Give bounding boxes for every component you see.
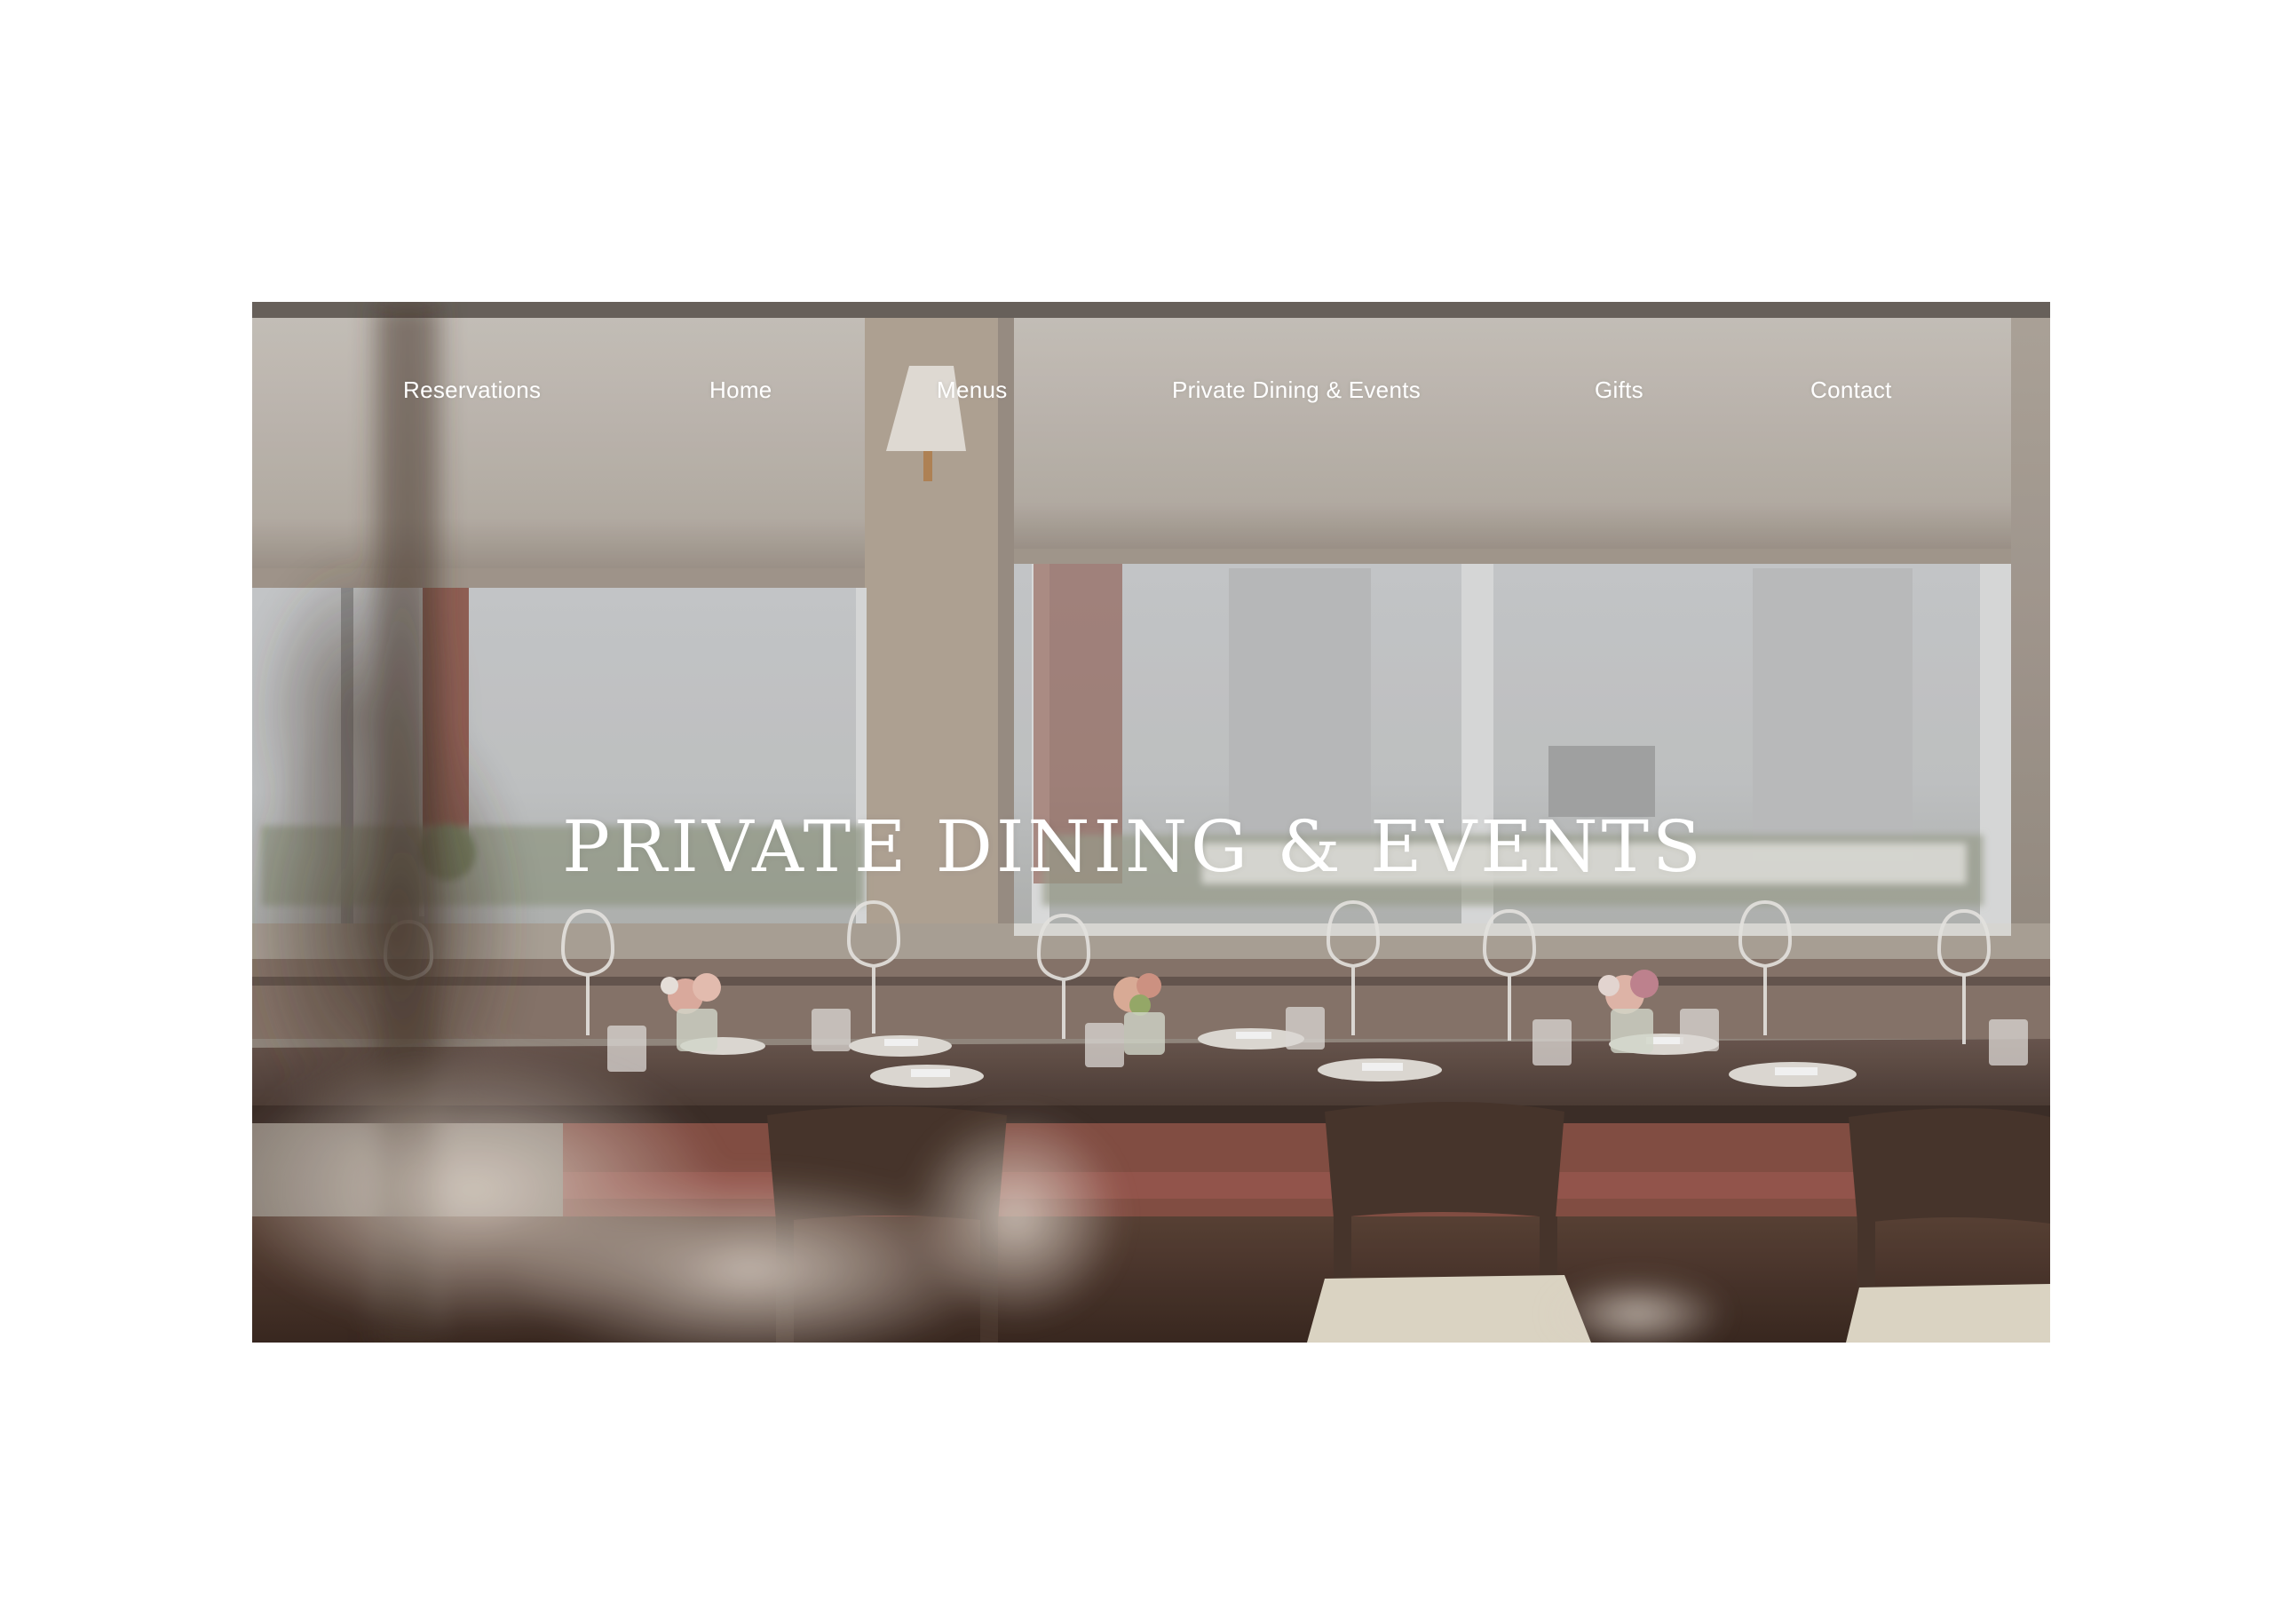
- nav-reservations-link[interactable]: Reservations: [403, 376, 541, 404]
- hero-title: PRIVATE DINING & EVENTS: [562, 804, 1705, 888]
- nav-home-link[interactable]: Home: [709, 376, 772, 404]
- nav-menus-link[interactable]: Menus: [937, 376, 1008, 404]
- nav-gifts-link[interactable]: Gifts: [1595, 376, 1643, 404]
- nav-private-dining-events-link[interactable]: Private Dining & Events: [1172, 376, 1421, 404]
- nav-contact-link[interactable]: Contact: [1810, 376, 1892, 404]
- main-navigation: Reservations Home Menus Private Dining &…: [252, 302, 2050, 403]
- hero-banner: Reservations Home Menus Private Dining &…: [252, 302, 2050, 1343]
- page: Reservations Home Menus Private Dining &…: [0, 0, 2273, 1624]
